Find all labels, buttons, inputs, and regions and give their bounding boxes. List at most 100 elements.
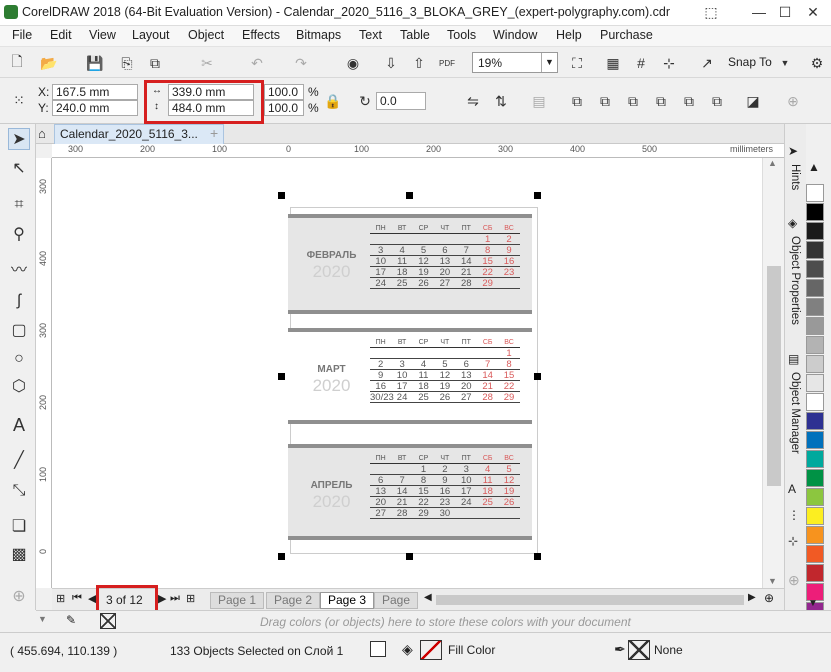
text-tool-icon[interactable]: A — [8, 414, 30, 436]
menu-object[interactable]: Object — [188, 28, 224, 42]
add-docker-icon[interactable]: ⊕ — [788, 572, 800, 589]
crop-tool-icon[interactable]: ⌗ — [8, 194, 30, 216]
show-rulers-icon[interactable]: ▦ — [602, 52, 624, 74]
corel-connect-icon[interactable]: ◉ — [342, 52, 364, 74]
color-swatch[interactable] — [806, 469, 824, 487]
page-tab-2[interactable]: Page 2 — [266, 592, 321, 609]
transform-icon[interactable]: ⊹ — [788, 534, 798, 548]
redo-icon[interactable]: ↷ — [290, 52, 312, 74]
page-tab-4[interactable]: Page — [374, 592, 419, 609]
text-properties-icon[interactable]: A — [788, 482, 796, 496]
copy-icon[interactable]: ⧉ — [144, 52, 166, 74]
rectangle-tool-icon[interactable]: ▢ — [8, 320, 30, 342]
add-page-icon[interactable]: ⊞ — [56, 592, 65, 605]
object-origin-icon[interactable]: ⁙ — [8, 89, 30, 111]
color-swatch[interactable] — [806, 412, 824, 430]
parallel-dimension-icon[interactable]: ╱ — [8, 450, 30, 472]
selection-handle[interactable] — [278, 553, 285, 560]
simplify-icon[interactable]: ⧉ — [650, 90, 672, 112]
trim-icon[interactable]: ⧉ — [594, 90, 616, 112]
selection-handle[interactable] — [278, 192, 285, 199]
align-icon[interactable]: ⋮ — [788, 508, 800, 522]
menu-layout[interactable]: Layout — [132, 28, 170, 42]
intersect-icon[interactable]: ⧉ — [622, 90, 644, 112]
object-properties-tab[interactable]: Object Properties — [789, 236, 801, 325]
scroll-up-icon[interactable]: ▲ — [768, 158, 777, 168]
pick-tool-icon[interactable]: ➤ — [8, 128, 30, 150]
account-icon[interactable]: ⬚ — [700, 2, 722, 22]
vertical-scrollbar[interactable]: ▲ ▼ — [762, 158, 784, 588]
height-field[interactable]: 484.0 mm — [168, 100, 254, 116]
show-grid-icon[interactable]: # — [630, 52, 652, 74]
new-document-icon[interactable]: 🗋 — [6, 52, 28, 74]
snap-to-label[interactable]: Snap To — [728, 55, 772, 69]
menu-window[interactable]: Window — [493, 28, 537, 42]
color-swatch[interactable] — [806, 260, 824, 278]
import-icon[interactable]: ⎘ — [116, 52, 138, 74]
last-page-icon[interactable]: ⏭ — [170, 592, 180, 605]
object-properties-icon[interactable]: ◈ — [788, 216, 797, 230]
selection-handle[interactable] — [534, 373, 541, 380]
color-swatch[interactable] — [806, 450, 824, 468]
color-swatch[interactable] — [806, 564, 824, 582]
selection-handle[interactable] — [406, 192, 413, 199]
open-icon[interactable]: 📂 — [38, 52, 60, 74]
publish-pdf-icon[interactable]: PDF — [436, 52, 458, 74]
zoom-level-select[interactable]: 19% ▼ — [472, 52, 558, 73]
color-swatch[interactable] — [806, 393, 824, 411]
shape-tool-icon[interactable]: ↖ — [8, 158, 30, 180]
mirror-vertical-icon[interactable]: ⇅ — [490, 90, 512, 112]
full-screen-icon[interactable]: ⛶ — [566, 52, 588, 74]
front-minus-back-icon[interactable]: ⧉ — [678, 90, 700, 112]
wrap-text-icon[interactable]: ▤ — [528, 90, 550, 112]
menu-edit[interactable]: Edit — [50, 28, 72, 42]
color-swatch[interactable] — [806, 355, 824, 373]
scale-x-field[interactable]: 100.0 — [264, 84, 304, 100]
hints-tab[interactable]: Hints — [789, 164, 801, 190]
connector-tool-icon[interactable]: ⤡ — [8, 480, 30, 502]
home-icon[interactable]: ⌂ — [38, 126, 46, 141]
color-swatch[interactable] — [806, 488, 824, 506]
selection-handle[interactable] — [534, 192, 541, 199]
scale-y-field[interactable]: 100.0 — [264, 100, 304, 116]
options-icon[interactable]: ⚙ — [806, 52, 828, 74]
add-tool-icon[interactable]: ⊕ — [8, 586, 30, 608]
color-swatch[interactable] — [806, 279, 824, 297]
color-swatch[interactable] — [806, 317, 824, 335]
selection-handle[interactable] — [534, 553, 541, 560]
export-arrow-icon[interactable]: ⇧ — [408, 52, 430, 74]
new-tab-icon[interactable]: + — [210, 125, 218, 141]
document-color-icon[interactable] — [370, 641, 386, 657]
fill-swatch[interactable] — [420, 640, 442, 660]
selection-handle[interactable] — [406, 553, 413, 560]
eyedropper-icon[interactable]: ✎ — [66, 613, 76, 627]
minimize-button[interactable]: — — [748, 2, 770, 22]
menu-file[interactable]: File — [12, 28, 32, 42]
menu-bitmaps[interactable]: Bitmaps — [296, 28, 341, 42]
snap-dropdown-icon[interactable]: ▼ — [774, 52, 796, 74]
drop-shadow-icon[interactable]: ❏ — [8, 516, 30, 538]
hints-icon[interactable]: ➤ — [788, 144, 798, 158]
scroll-left-icon[interactable]: ◀ — [424, 592, 432, 603]
weld-icon[interactable]: ⧉ — [566, 90, 588, 112]
menu-tools[interactable]: Tools — [447, 28, 476, 42]
polygon-tool-icon[interactable]: ⬡ — [8, 376, 30, 398]
import-arrow-icon[interactable]: ⇩ — [380, 52, 402, 74]
page-counter[interactable]: 3 of 12 — [106, 593, 143, 607]
color-swatch[interactable] — [806, 545, 824, 563]
color-swatch[interactable] — [806, 336, 824, 354]
close-button[interactable]: ✕ — [802, 2, 824, 22]
color-swatch[interactable] — [806, 184, 824, 202]
menu-text[interactable]: Text — [359, 28, 382, 42]
artistic-media-icon[interactable]: ʃ — [8, 290, 30, 312]
transparency-tool-icon[interactable]: ▩ — [8, 544, 30, 566]
cut-icon[interactable]: ✂ — [196, 52, 218, 74]
color-swatch[interactable] — [806, 203, 824, 221]
create-boundary-icon[interactable]: ◪ — [742, 90, 764, 112]
no-color-swatch[interactable] — [100, 613, 116, 629]
add-property-icon[interactable]: ⊕ — [782, 90, 804, 112]
selection-handle[interactable] — [278, 373, 285, 380]
menu-table[interactable]: Table — [400, 28, 430, 42]
menu-view[interactable]: View — [89, 28, 116, 42]
object-manager-icon[interactable]: ▤ — [788, 352, 799, 366]
